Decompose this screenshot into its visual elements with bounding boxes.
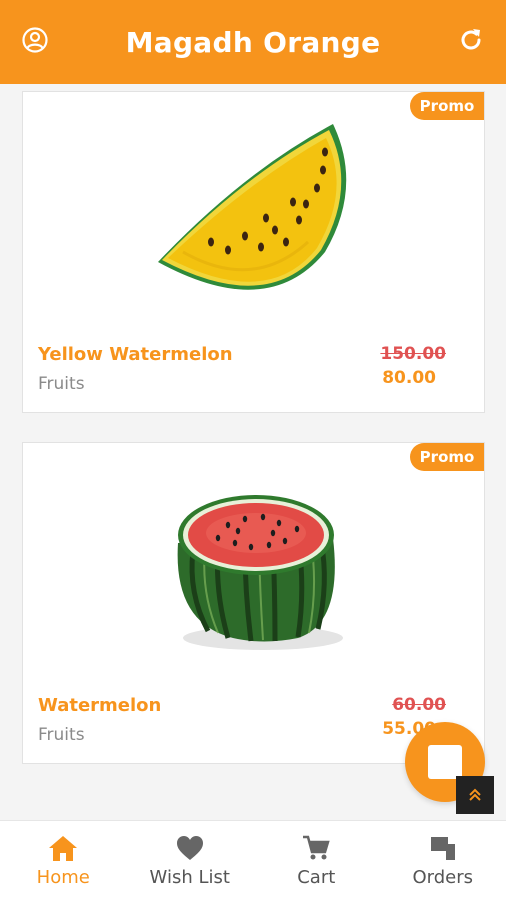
profile-button[interactable] (20, 22, 50, 58)
refresh-button[interactable] (456, 22, 486, 58)
nav-home[interactable]: Home (0, 821, 127, 900)
product-old-price: 150.00 (380, 344, 446, 364)
square-icon (428, 745, 462, 779)
product-category: Fruits (38, 374, 85, 394)
product-card[interactable]: Promo Watermelon Fruits 60.00 55.00 (22, 442, 485, 764)
nav-cart[interactable]: Cart (253, 821, 380, 900)
product-image (177, 495, 343, 650)
product-card[interactable]: Promo Yellow Watermelon Fruits 150.00 80… (22, 91, 485, 413)
promo-badge: Promo (410, 443, 484, 471)
product-image (158, 124, 347, 290)
scroll-to-top-button[interactable] (456, 776, 494, 814)
nav-label-orders: Orders (412, 867, 474, 888)
product-old-price: 60.00 (392, 695, 446, 715)
cart-icon (303, 835, 330, 860)
orders-icon (430, 837, 455, 860)
refresh-icon (461, 29, 481, 50)
user-circle-icon (22, 27, 48, 53)
nav-label-cart: Cart (297, 867, 336, 888)
nav-label-home: Home (36, 867, 90, 888)
product-name[interactable]: Yellow Watermelon (38, 344, 233, 365)
app-title: Magadh Orange (125, 25, 381, 59)
product-name[interactable]: Watermelon (38, 695, 161, 716)
product-list: Promo Yellow Watermelon Fruits 150.00 80… (0, 84, 506, 820)
product-category: Fruits (38, 725, 85, 745)
bottom-nav: Home Wish List Cart Orders (0, 820, 506, 900)
promo-badge: Promo (410, 92, 484, 120)
nav-orders[interactable]: Orders (380, 821, 506, 900)
heart-icon (176, 836, 203, 860)
product-price: 80.00 (382, 368, 436, 388)
chevron-double-up-icon (469, 788, 481, 801)
nav-label-wish-list: Wish List (149, 867, 230, 888)
app-bar: Magadh Orange (0, 0, 506, 84)
home-icon (49, 836, 78, 861)
nav-wish-list[interactable]: Wish List (127, 821, 254, 900)
